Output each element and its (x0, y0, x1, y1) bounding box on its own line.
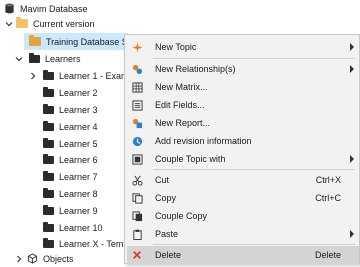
menu-item-label: Copy (155, 193, 177, 203)
revision-icon (127, 132, 147, 150)
tree-node-label: Objects (43, 253, 74, 264)
tree-node-label: Learner 8 (59, 188, 98, 199)
menu-item-label: New Matrix... (155, 82, 208, 92)
fields-icon (127, 96, 147, 114)
clipboard-icon (127, 225, 147, 243)
menu-item-label: Edit Fields... (155, 100, 205, 110)
folder-icon (42, 137, 54, 150)
tree-node-training-database[interactable]: Training Database Str (24, 33, 133, 50)
folder-icon (42, 237, 54, 250)
chevron-down-icon[interactable] (4, 15, 13, 32)
menu-item-new-matrix[interactable]: New Matrix... (127, 78, 359, 96)
folder-icon (42, 103, 54, 116)
report-icon (127, 114, 147, 132)
folder-icon (42, 187, 54, 200)
menu-item-label: New Report... (155, 118, 211, 128)
menu-item-couple-copy[interactable]: Couple Copy (127, 207, 359, 225)
folder-icon (42, 69, 54, 82)
tree-node-label: Current version (33, 18, 95, 29)
chevron-down-icon[interactable] (14, 50, 23, 67)
tree-node-label: Training Database Str (46, 36, 134, 47)
tree-node-learner-9[interactable]: Learner 9 (42, 202, 98, 219)
tree-node-label: Learner 9 (59, 205, 98, 216)
tree-node-label: Learners (45, 53, 81, 64)
submenu-arrow-icon (350, 230, 354, 238)
star-burst-icon (127, 38, 147, 56)
menu-item-new-relationships[interactable]: New Relationship(s) (127, 60, 359, 78)
tree-node-learner-10[interactable]: Learner 10 (42, 219, 103, 236)
folder-icon (42, 153, 54, 166)
folder-icon (28, 52, 40, 65)
scissors-icon (127, 171, 147, 189)
tree-node-learner-4[interactable]: Learner 4 (42, 118, 98, 135)
folder-icon (16, 17, 28, 30)
menu-item-cut[interactable]: Cut Ctrl+X (127, 171, 359, 189)
shortcut-label: Ctrl+X (315, 175, 341, 185)
tree-node-learner-8[interactable]: Learner 8 (42, 185, 98, 202)
cube-icon (26, 253, 38, 265)
menu-item-new-topic[interactable]: New Topic (127, 38, 359, 56)
tree-node-learner-5[interactable]: Learner 5 (42, 135, 98, 152)
matrix-icon (127, 78, 147, 96)
folder-icon (42, 221, 54, 234)
menu-separator (153, 169, 355, 170)
tree-node-objects[interactable]: Objects (14, 250, 74, 267)
menu-separator (153, 244, 355, 245)
folder-icon (42, 120, 54, 133)
menu-item-label: New Relationship(s) (155, 64, 236, 74)
folder-icon (42, 170, 54, 183)
folder-icon (42, 204, 54, 217)
tree-node-label: Learner 5 (59, 138, 98, 149)
menu-item-label: Paste (155, 229, 179, 239)
menu-item-edit-fields[interactable]: Edit Fields... (127, 96, 359, 114)
menu-item-new-report[interactable]: New Report... (127, 114, 359, 132)
database-icon (3, 3, 15, 15)
tree-node-learner-3[interactable]: Learner 3 (42, 101, 98, 118)
chevron-right-icon[interactable] (14, 250, 23, 267)
shortcut-label: Ctrl+C (315, 193, 341, 203)
tree-node-learner-6[interactable]: Learner 6 (42, 151, 98, 168)
menu-item-label: Couple Copy (155, 211, 208, 221)
chevron-right-icon[interactable] (28, 67, 37, 84)
tree-node-label: Learner 7 (59, 171, 98, 182)
menu-item-label: Cut (155, 175, 170, 185)
submenu-arrow-icon (350, 43, 354, 51)
folder-icon (29, 35, 41, 48)
menu-separator (153, 58, 355, 59)
context-menu: New Topic New Relationship(s) New Matrix… (124, 34, 360, 264)
menu-item-paste[interactable]: Paste (127, 225, 359, 243)
tree-node-learner-7[interactable]: Learner 7 (42, 168, 98, 185)
tree-node-label: Learner 10 (59, 222, 103, 233)
tree-node-label: Learner 4 (59, 121, 98, 132)
menu-item-label: Add revision information (155, 136, 252, 146)
tree-node-learner-2[interactable]: Learner 2 (42, 84, 98, 101)
tree-node-current-version[interactable]: Current version (4, 15, 95, 32)
submenu-arrow-icon (350, 155, 354, 163)
tree-node-label: Mavim Database (20, 3, 88, 14)
submenu-arrow-icon (350, 65, 354, 73)
menu-item-delete[interactable]: Delete Delete (127, 246, 359, 264)
menu-item-couple-topic-with[interactable]: Couple Topic with (127, 150, 359, 168)
couple-copy-icon (127, 207, 147, 225)
copy-icon (127, 189, 147, 207)
folder-icon (42, 86, 54, 99)
menu-item-label: Delete (155, 250, 182, 260)
menu-item-add-revision-information[interactable]: Add revision information (127, 132, 359, 150)
menu-item-label: New Topic (155, 42, 197, 52)
tree-node-label: Learner 3 (59, 104, 98, 115)
tree-node-learners[interactable]: Learners (14, 50, 81, 67)
tree-node-label: Learner 6 (59, 154, 98, 165)
tree-node-label: Learner 2 (59, 87, 98, 98)
tree-node-learner-1[interactable]: Learner 1 - Exampl (28, 67, 136, 84)
menu-item-label: Couple Topic with (155, 154, 226, 164)
shortcut-label: Delete (314, 250, 341, 260)
relationship-icon (127, 60, 147, 78)
couple-icon (127, 150, 147, 168)
menu-item-copy[interactable]: Copy Ctrl+C (127, 189, 359, 207)
delete-x-icon (127, 246, 147, 264)
